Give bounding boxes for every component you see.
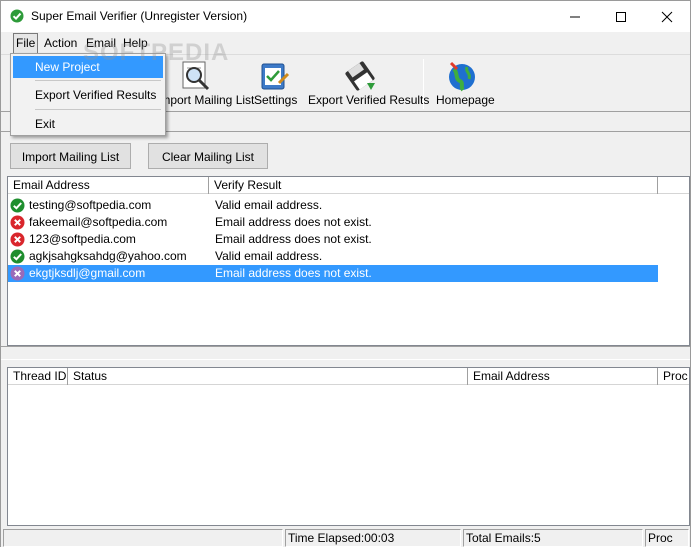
verify-result-cell: Email address does not exist. <box>215 215 372 229</box>
invalid-cross-icon <box>10 215 25 230</box>
email-list[interactable]: Email Address Verify Result testing@soft… <box>7 176 690 346</box>
maximize-icon <box>616 12 626 22</box>
email-list-header: Email Address Verify Result <box>8 177 689 194</box>
panel-splitter[interactable] <box>1 346 690 360</box>
email-row[interactable]: agkjsahgksahdg@yahoo.com Valid email add… <box>8 248 658 265</box>
minimize-icon <box>570 16 580 18</box>
column-proc[interactable]: Proc <box>658 368 690 385</box>
close-icon <box>661 11 673 23</box>
email-address-cell: 123@softpedia.com <box>29 232 136 246</box>
minimize-button[interactable] <box>552 1 598 32</box>
invalid-cross-icon <box>10 232 25 247</box>
email-row[interactable]: testing@softpedia.com Valid email addres… <box>8 197 658 214</box>
toolbar-settings-label: Settings <box>254 93 298 107</box>
column-email-address[interactable]: Email Address <box>8 177 209 194</box>
app-window: Super Email Verifier (Unregister Version… <box>0 0 691 547</box>
clear-mailing-list-button[interactable]: Clear Mailing List <box>148 143 268 169</box>
verify-result-cell: Valid email address. <box>215 198 323 212</box>
proc-panel: Proc <box>645 529 689 547</box>
email-row-selected[interactable]: ekgtjksdlj@gmail.com Email address does … <box>8 265 658 282</box>
app-check-icon <box>10 9 24 23</box>
status-panel-empty <box>3 529 283 547</box>
window-title: Super Email Verifier (Unregister Version… <box>31 9 248 23</box>
close-button[interactable] <box>644 1 690 32</box>
verify-result-cell: Valid email address. <box>215 249 323 263</box>
verify-result-cell: Email address does not exist. <box>215 232 372 246</box>
title-bar[interactable]: Super Email Verifier (Unregister Version… <box>1 1 690 32</box>
email-address-cell: ekgtjksdlj@gmail.com <box>29 266 146 280</box>
menu-file[interactable]: File <box>12 33 39 54</box>
settings-clipboard-icon <box>261 63 290 90</box>
email-address-cell: testing@softpedia.com <box>29 198 152 212</box>
email-address-cell: agkjsahgksahdg@yahoo.com <box>29 249 187 263</box>
globe-icon <box>449 61 475 92</box>
toolbar-separator <box>423 59 424 109</box>
column-status[interactable]: Status <box>68 368 468 385</box>
floppy-export-icon <box>345 61 375 91</box>
email-row[interactable]: fakeemail@softpedia.com Email address do… <box>8 214 658 231</box>
softpedia-watermark: SOFTPEDIA <box>83 39 230 66</box>
column-email-address[interactable]: Email Address <box>468 368 658 385</box>
email-row[interactable]: 123@softpedia.com Email address does not… <box>8 231 658 248</box>
toolbar-export-verified-results[interactable]: Export Verified Results <box>305 55 429 113</box>
maximize-button[interactable] <box>598 1 644 32</box>
menu-action[interactable]: Action <box>44 36 77 50</box>
menu-separator <box>35 109 161 110</box>
toolbar-settings[interactable]: Settings <box>249 55 299 113</box>
action-button-panel: Import Mailing List Clear Mailing List <box>1 132 690 176</box>
toolbar-export-label: Export Verified Results <box>308 93 430 107</box>
menu-export-verified-results[interactable]: Export Verified Results <box>13 84 163 106</box>
verify-result-cell: Email address does not exist. <box>215 266 372 280</box>
valid-check-icon <box>10 198 25 213</box>
thread-list[interactable]: Thread ID Status Email Address Proc <box>7 367 690 526</box>
time-elapsed: Time Elapsed:00:03 <box>285 529 461 547</box>
thread-list-header: Thread ID Status Email Address Proc <box>8 368 689 385</box>
toolbar-homepage-label: Homepage <box>436 93 495 107</box>
toolbar-import-label: Import Mailing List <box>157 93 255 107</box>
toolbar-homepage[interactable]: Homepage <box>431 55 495 113</box>
menu-separator <box>35 80 161 81</box>
valid-check-icon <box>10 249 25 264</box>
import-mailing-list-button[interactable]: Import Mailing List <box>10 143 131 169</box>
column-verify-result[interactable]: Verify Result <box>209 177 658 194</box>
invalid-cross-icon <box>10 266 25 281</box>
menu-exit[interactable]: Exit <box>13 113 163 135</box>
email-address-cell: fakeemail@softpedia.com <box>29 215 168 229</box>
status-bar: Time Elapsed:00:03 Total Emails:5 Proc <box>1 527 690 547</box>
column-thread-id[interactable]: Thread ID <box>8 368 68 385</box>
total-emails: Total Emails:5 <box>463 529 643 547</box>
